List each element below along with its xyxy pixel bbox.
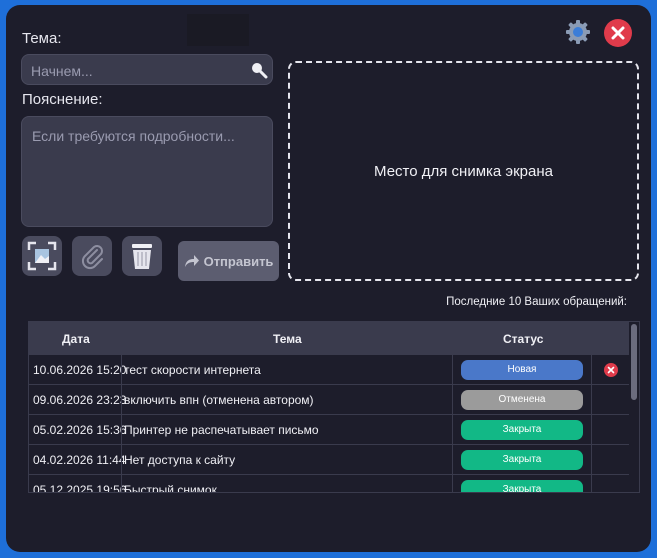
delete-icon <box>607 366 615 374</box>
topic-input[interactable]: Начнем... <box>21 54 273 85</box>
description-textarea[interactable]: Если требуются подробности... <box>21 116 273 227</box>
row-topic: включить впн (отменена автором) <box>124 393 314 407</box>
table-scrollbar[interactable] <box>629 322 639 492</box>
table-row[interactable]: 05.02.2026 15:36 Принтер не распечатывае… <box>29 414 629 445</box>
screenshot-icon <box>27 241 57 271</box>
clear-button[interactable] <box>122 236 162 276</box>
table-row[interactable]: 09.06.2026 23:23 включить впн (отменена … <box>29 384 629 415</box>
column-header-topic: Тема <box>273 332 302 346</box>
close-icon <box>611 26 625 40</box>
column-header-date: Дата <box>62 332 90 346</box>
topic-label: Тема: <box>22 30 62 47</box>
attach-icon <box>81 245 103 270</box>
status-badge: Закрыта <box>461 450 583 470</box>
row-topic: Нет доступа к сайту <box>124 453 236 467</box>
status-badge: Новая <box>461 360 583 380</box>
table-row[interactable]: 04.02.2026 11:44 Нет доступа к сайту Зак… <box>29 444 629 475</box>
screenshot-dropzone[interactable]: Место для снимка экрана <box>288 61 639 281</box>
topic-placeholder: Начнем... <box>31 63 93 79</box>
column-header-status: Статус <box>503 332 544 346</box>
close-button[interactable] <box>604 19 632 47</box>
settings-button[interactable] <box>565 19 591 45</box>
description-label: Пояснение: <box>22 91 103 108</box>
status-badge: Отменена <box>461 390 583 410</box>
scrollbar-thumb[interactable] <box>631 324 637 400</box>
feedback-window: Тема: Начнем... Пояснение: Если требуютс… <box>6 5 651 552</box>
status-badge: Закрыта <box>461 420 583 440</box>
delete-request-button[interactable] <box>604 363 618 377</box>
table-row[interactable]: 10.06.2026 15:20 тест скорости интернета… <box>29 354 629 385</box>
table-header: Дата Тема Статус <box>29 322 629 354</box>
row-date: 10.06.2026 15:20 <box>33 363 127 377</box>
row-date: 04.02.2026 11:44 <box>33 453 126 467</box>
table-row[interactable]: 05.12.2025 19:56 Быстрый снимок Закрыта <box>29 474 629 493</box>
row-topic: Быстрый снимок <box>124 483 217 493</box>
row-date: 05.02.2026 15:36 <box>33 423 127 437</box>
screenshot-placeholder: Место для снимка экрана <box>374 162 553 180</box>
row-topic: тест скорости интернета <box>124 363 261 377</box>
attach-button[interactable] <box>72 236 112 276</box>
row-date: 05.12.2025 19:56 <box>33 483 127 493</box>
status-badge: Закрыта <box>461 480 583 492</box>
gear-icon <box>566 20 590 44</box>
screenshot-button[interactable] <box>22 236 62 276</box>
search-icon <box>252 63 268 79</box>
recent-requests-caption: Последние 10 Ваших обращений: <box>446 296 627 308</box>
window-drag-handle[interactable] <box>187 14 249 46</box>
requests-table: Дата Тема Статус 10.06.2026 15:20 тест с… <box>28 321 640 493</box>
row-date: 09.06.2026 23:23 <box>33 393 127 407</box>
send-label: Отправить <box>203 253 274 269</box>
row-topic: Принтер не распечатывает письмо <box>124 423 319 437</box>
send-button[interactable]: Отправить <box>178 241 279 281</box>
trash-icon <box>132 244 152 269</box>
send-arrow-icon <box>184 255 199 267</box>
description-placeholder: Если требуются подробности... <box>32 128 235 144</box>
